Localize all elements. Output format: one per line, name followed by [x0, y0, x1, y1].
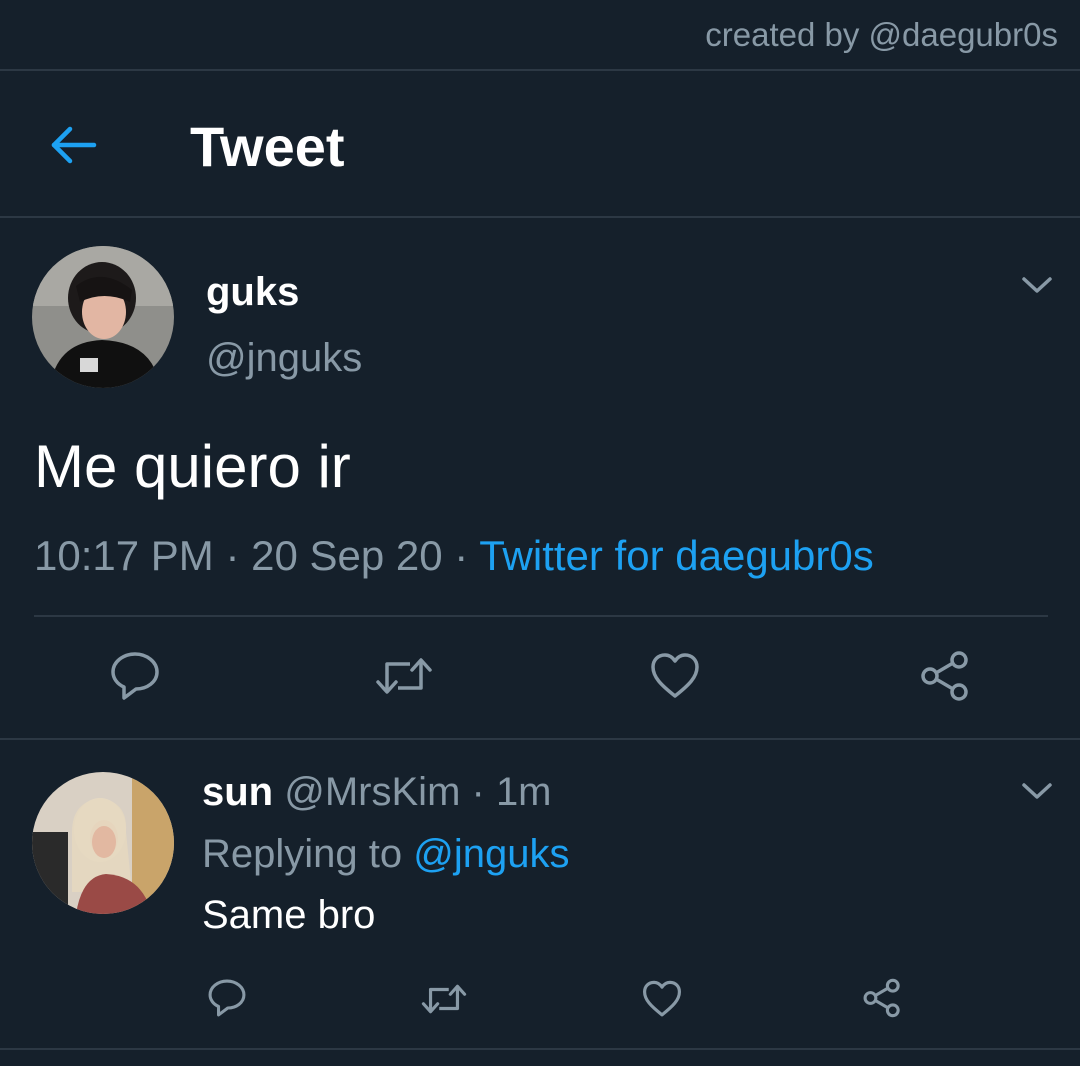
replying-to-line: Replying to @jnguks	[202, 832, 569, 877]
like-icon	[651, 653, 699, 698]
reply-separator: ·	[460, 770, 496, 814]
watermark-text: created by @daegubr0s	[705, 16, 1058, 53]
chevron-down-icon	[1022, 277, 1052, 293]
tweet-source-link[interactable]: Twitter for daegubr0s	[479, 532, 874, 579]
retweet-button[interactable]	[374, 652, 434, 700]
share-button[interactable]	[918, 650, 972, 702]
tweet-time: 10:17 PM	[34, 532, 214, 579]
reply-time: 1m	[495, 770, 552, 814]
reply-author-name[interactable]: sun	[202, 770, 273, 814]
reply-header: sun @MrsKim · 1m	[202, 770, 552, 815]
reply-button[interactable]	[108, 650, 162, 702]
reply-bottom-divider	[0, 1048, 1080, 1050]
meta-separator: ·	[442, 532, 480, 579]
like-button[interactable]	[649, 652, 701, 700]
reply-retweet-button[interactable]	[420, 980, 468, 1018]
reply-reply-button[interactable]	[206, 978, 248, 1018]
tweet-bottom-divider	[0, 738, 1080, 740]
reply-like-button[interactable]	[641, 980, 683, 1018]
tweet-meta: 10:17 PM · 20 Sep 20 · Twitter for daegu…	[34, 532, 874, 580]
chevron-down-icon	[1022, 783, 1052, 799]
tweet-text: Me quiero ir	[34, 433, 351, 500]
author-avatar[interactable]	[32, 246, 174, 388]
replying-to-link[interactable]: @jnguks	[413, 832, 569, 876]
tweet-date: 20 Sep 20	[251, 532, 443, 579]
tweet-menu-button[interactable]	[1020, 274, 1054, 296]
like-icon	[642, 980, 681, 1017]
reply-author-avatar[interactable]	[32, 772, 174, 914]
replying-to-prefix: Replying to	[202, 832, 414, 876]
tweet-actions-divider	[34, 615, 1048, 617]
share-icon	[921, 651, 968, 701]
reply-share-button[interactable]	[861, 978, 903, 1018]
header-bottom-divider	[0, 216, 1080, 218]
header-top-divider	[0, 69, 1080, 71]
avatar-photo	[32, 246, 174, 388]
reply-icon	[208, 979, 246, 1017]
back-button[interactable]	[48, 120, 102, 170]
author-handle[interactable]: @jnguks	[206, 336, 362, 381]
reply-author-handle[interactable]: @MrsKim	[284, 770, 460, 814]
retweet-icon	[376, 658, 432, 694]
meta-separator: ·	[213, 532, 252, 579]
page-title: Tweet	[190, 115, 345, 178]
avatar-photo	[32, 772, 174, 914]
author-name[interactable]: guks	[206, 270, 299, 315]
retweet-icon	[421, 984, 467, 1014]
share-icon	[863, 978, 900, 1018]
arrow-left-icon	[51, 126, 97, 164]
reply-text: Same bro	[202, 893, 376, 937]
reply-icon	[111, 652, 159, 700]
reply-menu-button[interactable]	[1020, 780, 1054, 802]
